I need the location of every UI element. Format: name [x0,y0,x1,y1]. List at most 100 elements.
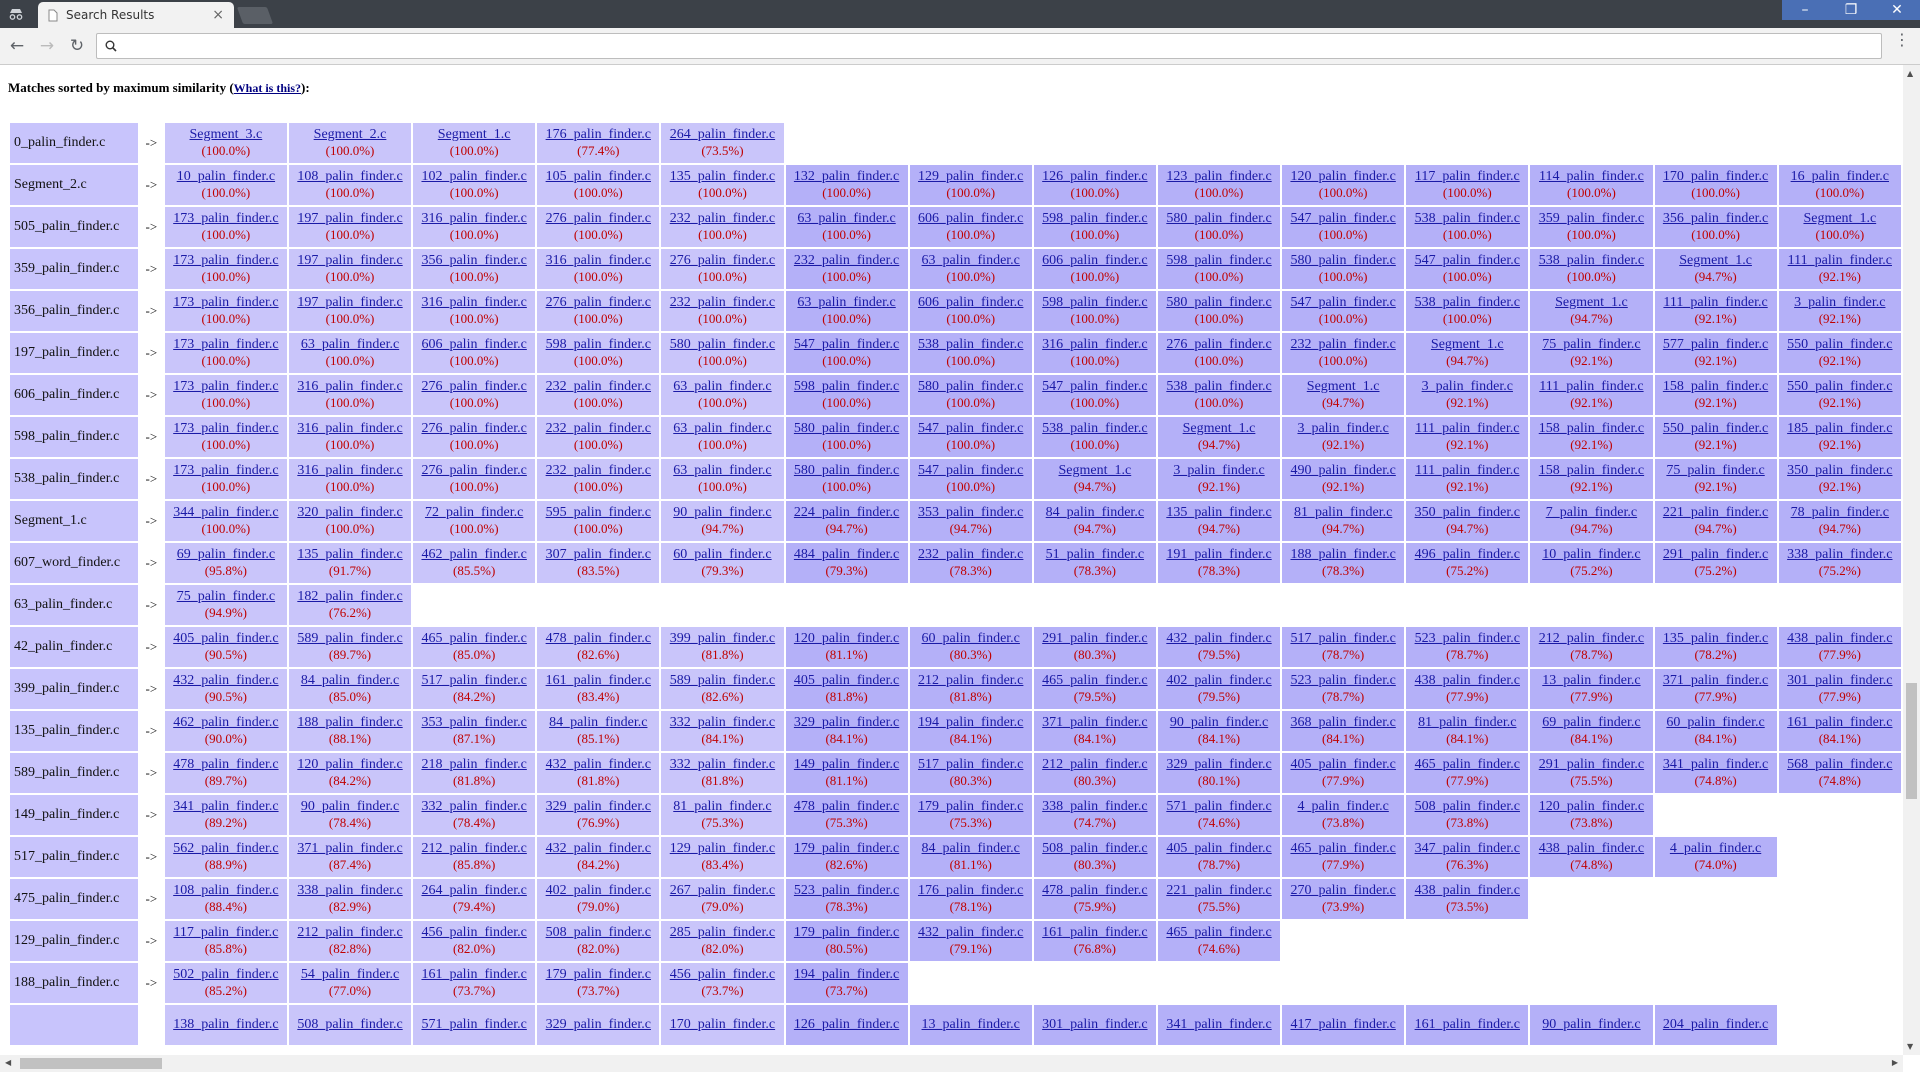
match-file-link[interactable]: 316_palin_finder.c [297,463,402,478]
match-file-link[interactable]: 232_palin_finder.c [670,211,775,226]
match-file-link[interactable]: 580_palin_finder.c [670,337,775,352]
match-file-link[interactable]: 405_palin_finder.c [173,631,278,646]
match-file-link[interactable]: 90_palin_finder.c [673,505,771,520]
match-file-link[interactable]: 550_palin_finder.c [1663,421,1768,436]
match-file-link[interactable]: 170_palin_finder.c [1663,169,1768,184]
match-file-link[interactable]: 405_palin_finder.c [794,673,899,688]
match-file-link[interactable]: 329_palin_finder.c [546,1017,651,1032]
match-file-link[interactable]: 232_palin_finder.c [794,253,899,268]
match-file-link[interactable]: 332_palin_finder.c [670,715,775,730]
match-file-link[interactable]: 111_palin_finder.c [1663,295,1767,310]
match-file-link[interactable]: 120_palin_finder.c [1290,169,1395,184]
match-file-link[interactable]: 188_palin_finder.c [1290,547,1395,562]
match-file-link[interactable]: 538_palin_finder.c [918,337,1023,352]
match-file-link[interactable]: 465_palin_finder.c [1415,757,1520,772]
match-file-link[interactable]: 438_palin_finder.c [1539,841,1644,856]
vertical-scroll-thumb[interactable] [1906,683,1917,799]
match-file-link[interactable]: 595_palin_finder.c [546,505,651,520]
match-file-link[interactable]: 465_palin_finder.c [1290,841,1395,856]
match-file-link[interactable]: 197_palin_finder.c [297,211,402,226]
match-file-link[interactable]: 212_palin_finder.c [1042,757,1147,772]
match-file-link[interactable]: 176_palin_finder.c [546,127,651,142]
match-file-link[interactable]: 81_palin_finder.c [673,799,771,814]
match-file-link[interactable]: 291_palin_finder.c [1663,547,1768,562]
match-file-link[interactable]: 598_palin_finder.c [546,337,651,352]
match-file-link[interactable]: 221_palin_finder.c [1663,505,1768,520]
match-file-link[interactable]: 108_palin_finder.c [297,169,402,184]
match-file-link[interactable]: 212_palin_finder.c [421,841,526,856]
match-file-link[interactable]: 138_palin_finder.c [173,1017,278,1032]
address-input[interactable] [123,35,1881,57]
horizontal-scroll-thumb[interactable] [20,1058,162,1069]
match-file-link[interactable]: 405_palin_finder.c [1290,757,1395,772]
match-file-link[interactable]: 158_palin_finder.c [1663,379,1768,394]
match-file-link[interactable]: Segment_1.c [1307,379,1380,394]
match-file-link[interactable]: 129_palin_finder.c [670,841,775,856]
scroll-up-icon[interactable]: ▲ [1907,69,1913,78]
tab-search-results[interactable]: Search Results × [38,2,234,28]
match-file-link[interactable]: 405_palin_finder.c [1166,841,1271,856]
match-file-link[interactable]: 606_palin_finder.c [1042,253,1147,268]
match-file-link[interactable]: 90_palin_finder.c [301,799,399,814]
match-file-link[interactable]: 276_palin_finder.c [421,421,526,436]
match-file-link[interactable]: 589_palin_finder.c [670,673,775,688]
match-file-link[interactable]: 16_palin_finder.c [1791,169,1889,184]
match-file-link[interactable]: Segment_2.c [314,127,387,142]
match-file-link[interactable]: 3_palin_finder.c [1173,463,1264,478]
match-file-link[interactable]: 232_palin_finder.c [546,463,651,478]
match-file-link[interactable]: 224_palin_finder.c [794,505,899,520]
match-file-link[interactable]: 75_palin_finder.c [1666,463,1764,478]
match-file-link[interactable]: 204_palin_finder.c [1663,1017,1768,1032]
match-file-link[interactable]: 344_palin_finder.c [173,505,278,520]
match-file-link[interactable]: 598_palin_finder.c [1042,211,1147,226]
restore-button[interactable]: ❐ [1828,0,1874,20]
match-file-link[interactable]: 84_palin_finder.c [922,841,1020,856]
address-bar[interactable] [96,33,1882,59]
match-file-link[interactable]: Segment_1.c [1059,463,1132,478]
match-file-link[interactable]: 316_palin_finder.c [297,421,402,436]
match-file-link[interactable]: 508_palin_finder.c [1415,799,1520,814]
tab-close-icon[interactable]: × [212,7,224,23]
match-file-link[interactable]: 332_palin_finder.c [421,799,526,814]
match-file-link[interactable]: 276_palin_finder.c [421,463,526,478]
match-file-link[interactable]: 264_palin_finder.c [670,127,775,142]
match-file-link[interactable]: 276_palin_finder.c [546,295,651,310]
match-file-link[interactable]: 316_palin_finder.c [297,379,402,394]
match-file-link[interactable]: 179_palin_finder.c [794,925,899,940]
match-file-link[interactable]: 3_palin_finder.c [1794,295,1885,310]
match-file-link[interactable]: 179_palin_finder.c [546,967,651,982]
match-file-link[interactable]: 232_palin_finder.c [918,547,1023,562]
match-file-link[interactable]: 158_palin_finder.c [1539,421,1644,436]
match-file-link[interactable]: 402_palin_finder.c [1166,673,1271,688]
match-file-link[interactable]: 63_palin_finder.c [797,211,895,226]
match-file-link[interactable]: 197_palin_finder.c [297,295,402,310]
match-file-link[interactable]: 194_palin_finder.c [794,967,899,982]
match-file-link[interactable]: 341_palin_finder.c [1166,1017,1271,1032]
match-file-link[interactable]: 276_palin_finder.c [670,253,775,268]
match-file-link[interactable]: 371_palin_finder.c [1663,673,1768,688]
match-file-link[interactable]: 547_palin_finder.c [1290,295,1395,310]
match-file-link[interactable]: Segment_1.c [1679,253,1752,268]
match-file-link[interactable]: 432_palin_finder.c [546,757,651,772]
match-file-link[interactable]: 589_palin_finder.c [297,631,402,646]
match-file-link[interactable]: 432_palin_finder.c [546,841,651,856]
match-file-link[interactable]: 132_palin_finder.c [794,169,899,184]
match-file-link[interactable]: 75_palin_finder.c [1542,337,1640,352]
match-file-link[interactable]: 60_palin_finder.c [1666,715,1764,730]
match-file-link[interactable]: 10_palin_finder.c [1542,547,1640,562]
match-file-link[interactable]: 194_palin_finder.c [918,715,1023,730]
match-file-link[interactable]: 598_palin_finder.c [1166,253,1271,268]
match-file-link[interactable]: 571_palin_finder.c [1166,799,1271,814]
match-file-link[interactable]: 538_palin_finder.c [1166,379,1271,394]
menu-icon[interactable]: ⋮ [1894,32,1910,48]
match-file-link[interactable]: 60_palin_finder.c [922,631,1020,646]
match-file-link[interactable]: 508_palin_finder.c [546,925,651,940]
match-file-link[interactable]: 173_palin_finder.c [173,421,278,436]
match-file-link[interactable]: 232_palin_finder.c [546,421,651,436]
match-file-link[interactable]: 161_palin_finder.c [1042,925,1147,940]
match-file-link[interactable]: 606_palin_finder.c [918,211,1023,226]
match-file-link[interactable]: 173_palin_finder.c [173,295,278,310]
match-file-link[interactable]: 338_palin_finder.c [1042,799,1147,814]
match-file-link[interactable]: 63_palin_finder.c [673,421,771,436]
minimize-button[interactable]: – [1782,0,1828,20]
